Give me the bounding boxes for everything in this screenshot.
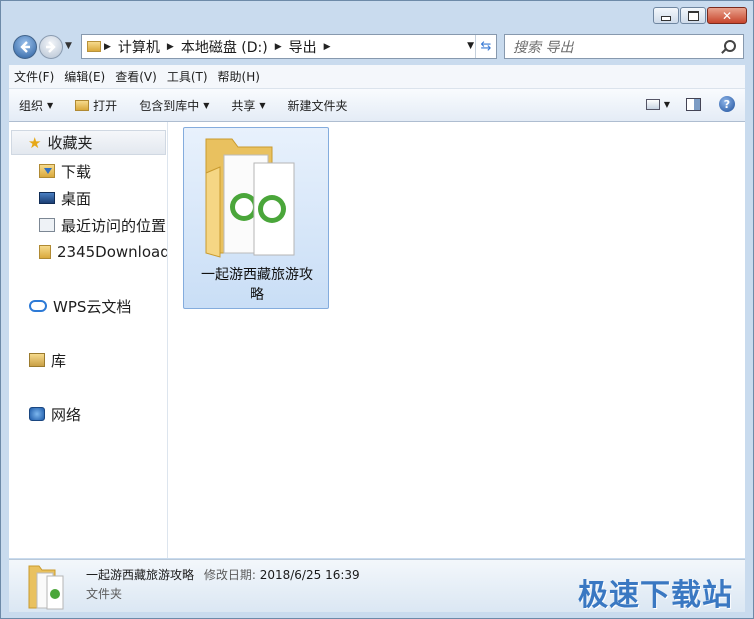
network-icon	[29, 407, 45, 421]
library-icon	[29, 353, 45, 367]
sidebar-item-recent-places[interactable]: 最近访问的位置	[39, 214, 166, 236]
details-pane: 一起游西藏旅游攻略 修改日期: 2018/6/25 16:39 文件夹 极速下载…	[9, 559, 745, 613]
sidebar-favorites-label: 收藏夹	[47, 134, 93, 152]
search-input[interactable]	[511, 37, 715, 58]
forward-arrow-icon	[46, 41, 56, 53]
navigation-pane: ★ 收藏夹 下载 桌面 最近访问的位置 2345Downloads WPS云文档…	[9, 122, 168, 558]
menu-help[interactable]: 帮助(H)	[213, 68, 265, 85]
sidebar-item-desktop[interactable]: 桌面	[39, 187, 91, 209]
details-name-line: 一起游西藏旅游攻略 修改日期: 2018/6/25 16:39	[86, 566, 360, 583]
details-type: 文件夹	[86, 587, 123, 601]
back-arrow-icon	[20, 41, 30, 53]
explorer-window: ✕ ▼ ▶ 计算机 ▶ 本地磁盘 (D:) ▶ 导出 ▶ ▼ ⇆ 文件(F)	[0, 0, 754, 619]
sidebar-favorites[interactable]: ★ 收藏夹	[11, 130, 166, 155]
folder-item-label-line2: 略	[250, 287, 264, 303]
view-dropdown-icon[interactable]: ▼	[664, 100, 670, 109]
change-view-icon[interactable]	[645, 98, 660, 110]
include-in-library-button[interactable]: 包含到库中 ▼	[129, 97, 221, 114]
sidebar-item-libraries[interactable]: 库	[29, 349, 66, 371]
details-modified-label: 修改日期:	[203, 568, 256, 582]
refresh-icon: ⇆	[480, 39, 492, 54]
organize-label: 组织	[19, 98, 44, 113]
sidebar-item-label: 桌面	[61, 189, 92, 208]
menu-edit[interactable]: 编辑(E)	[59, 68, 110, 85]
caret-down-icon: ▼	[203, 100, 210, 110]
recent-places-icon	[39, 218, 55, 232]
chevron-right-icon[interactable]: ▶	[101, 42, 114, 52]
sidebar-item-network[interactable]: 网络	[29, 403, 81, 425]
new-folder-button[interactable]: 新建文件夹	[278, 97, 360, 114]
caption-buttons: ✕	[652, 7, 747, 24]
watermark-logo: 极速下载站	[578, 578, 733, 613]
details-modified-value: 2018/6/25 16:39	[259, 568, 360, 582]
details-name: 一起游西藏旅游攻略	[86, 568, 195, 582]
menu-view[interactable]: 查看(V)	[110, 68, 162, 85]
chevron-right-icon[interactable]: ▶	[164, 42, 177, 52]
folder-item-label: 一起游西藏旅游攻 略	[184, 265, 330, 305]
sidebar-item-label: WPS云文档	[53, 297, 132, 316]
caret-down-icon: ▼	[47, 100, 54, 110]
close-icon: ✕	[721, 8, 733, 23]
open-label: 打开	[93, 98, 118, 113]
preview-pane-icon[interactable]	[686, 97, 701, 111]
breadcrumb-export[interactable]: 导出	[285, 37, 321, 57]
minimize-icon	[661, 16, 671, 21]
forward-button[interactable]	[39, 35, 63, 59]
search-icon[interactable]	[724, 40, 736, 52]
close-button[interactable]: ✕	[707, 7, 747, 24]
menu-tools[interactable]: 工具(T)	[162, 68, 213, 85]
open-button[interactable]: 打开	[65, 97, 129, 114]
share-label: 共享	[231, 98, 256, 113]
folder-icon	[87, 41, 101, 52]
sidebar-item-label: 下载	[61, 162, 92, 181]
menu-file[interactable]: 文件(F)	[9, 68, 59, 85]
sidebar-item-label: 库	[51, 351, 67, 370]
folder-icon	[39, 245, 51, 259]
maximize-button[interactable]	[680, 7, 706, 24]
large-folder-icon	[205, 138, 295, 258]
search-box	[504, 34, 744, 59]
sidebar-item-label: 网络	[51, 405, 82, 424]
refresh-button[interactable]: ⇆	[475, 35, 496, 58]
help-icon[interactable]: ?	[719, 96, 735, 112]
title-bar: ✕	[1, 1, 753, 29]
sidebar-item-downloads[interactable]: 下载	[39, 160, 91, 182]
command-bar: 组织 ▼ 打开 包含到库中 ▼ 共享 ▼ 新建文件夹 ▼ ?	[9, 89, 745, 122]
desktop-icon	[39, 192, 55, 204]
sidebar-item-label: 最近访问的位置	[61, 216, 167, 235]
file-list: 一起游西藏旅游攻 略	[168, 122, 745, 558]
address-dropdown-icon[interactable]: ▼	[467, 41, 474, 51]
minimize-button[interactable]	[653, 7, 679, 24]
sidebar-item-label: 2345Downloads	[57, 243, 168, 261]
folder-thumbnail-icon	[28, 565, 64, 610]
downloads-icon	[39, 164, 55, 178]
history-dropdown-icon[interactable]: ▼	[65, 41, 72, 51]
cloud-icon	[29, 300, 47, 312]
include-in-library-label: 包含到库中	[139, 98, 200, 113]
caret-down-icon: ▼	[259, 100, 266, 110]
address-bar[interactable]: ▶ 计算机 ▶ 本地磁盘 (D:) ▶ 导出 ▶ ▼ ⇆	[81, 34, 497, 59]
chevron-right-icon[interactable]: ▶	[321, 42, 334, 52]
breadcrumb-computer[interactable]: 计算机	[114, 37, 164, 57]
new-folder-label: 新建文件夹	[287, 98, 348, 113]
folder-item[interactable]: 一起游西藏旅游攻 略	[183, 127, 329, 309]
folder-item-label-line1: 一起游西藏旅游攻	[201, 267, 313, 283]
share-button[interactable]: 共享 ▼	[221, 97, 277, 114]
menu-bar: 文件(F) 编辑(E) 查看(V) 工具(T) 帮助(H)	[9, 65, 745, 89]
sidebar-item-2345downloads[interactable]: 2345Downloads	[39, 241, 168, 263]
star-icon: ★	[28, 133, 42, 152]
view-controls: ▼ ?	[645, 96, 735, 112]
back-button[interactable]	[13, 35, 37, 59]
breadcrumb-local-disk[interactable]: 本地磁盘 (D:)	[177, 37, 272, 57]
sidebar-item-wps-cloud[interactable]: WPS云文档	[29, 295, 131, 317]
maximize-icon	[687, 10, 699, 21]
navigation-row: ▼ ▶ 计算机 ▶ 本地磁盘 (D:) ▶ 导出 ▶ ▼ ⇆	[1, 29, 753, 65]
chevron-right-icon[interactable]: ▶	[272, 42, 285, 52]
open-folder-icon	[75, 99, 90, 111]
organize-button[interactable]: 组织 ▼	[9, 97, 65, 114]
